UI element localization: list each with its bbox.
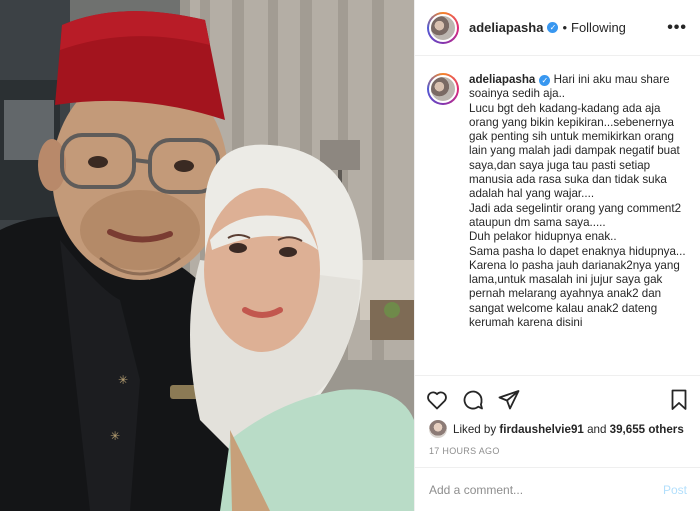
comment-input[interactable] bbox=[429, 482, 663, 497]
author-username[interactable]: adeliapasha bbox=[469, 20, 543, 35]
comment-icon[interactable] bbox=[461, 388, 485, 412]
comment-bar: Post bbox=[415, 467, 700, 511]
caption-avatar[interactable] bbox=[427, 73, 459, 105]
post-header: adeliapasha ✓ • Following ••• bbox=[415, 0, 700, 56]
likes-conjunction: and bbox=[587, 422, 607, 436]
likes-count[interactable]: 39,655 others bbox=[610, 423, 684, 436]
verified-badge-icon: ✓ bbox=[547, 22, 559, 33]
action-icons bbox=[425, 388, 691, 412]
header-separator: • bbox=[562, 20, 567, 35]
post-comment-button[interactable]: Post bbox=[663, 483, 687, 497]
author-avatar[interactable] bbox=[427, 11, 459, 44]
caption-line: Karena lo pasha jauh darianak2nya yang l… bbox=[469, 258, 680, 330]
likes-summary: Liked by firdaushelvie91 and 39,655 othe… bbox=[429, 420, 684, 438]
post-timestamp[interactable]: 17 HOURS AGO bbox=[429, 446, 500, 456]
svg-text:✳: ✳ bbox=[118, 373, 128, 387]
caption-text: adeliapasha ✓ Hari ini aku mau share soai… bbox=[469, 73, 687, 375]
caption-line: Jadi ada segelintir orang yang comment2 … bbox=[469, 201, 682, 229]
more-options-icon[interactable]: ••• bbox=[667, 19, 687, 37]
selfie-illustration: ✳ ✳ bbox=[0, 0, 414, 511]
liker-username[interactable]: firdaushelvie91 bbox=[499, 423, 583, 436]
caption-section: adeliapasha ✓ Hari ini aku mau share soai… bbox=[415, 57, 700, 375]
actions-section: Liked by firdaushelvie91 and 39,655 othe… bbox=[415, 375, 700, 467]
instagram-post: ✳ ✳ adeliapasha ✓ • Following ••• adelia… bbox=[0, 0, 700, 511]
caption-line: adeliapasha ✓ Hari ini aku mau share soai… bbox=[469, 73, 670, 101]
liker-avatar[interactable] bbox=[429, 420, 447, 438]
caption-line: Lucu bgt deh kadang-kadang ada aja orang… bbox=[469, 101, 680, 201]
post-photo[interactable]: ✳ ✳ bbox=[0, 0, 414, 511]
caption-line: Duh pelakor hidupnya enak.. bbox=[469, 230, 617, 244]
verified-badge-icon: ✓ bbox=[539, 75, 551, 86]
heart-icon[interactable] bbox=[425, 388, 449, 412]
svg-text:✳: ✳ bbox=[110, 429, 120, 443]
likes-prefix: Liked by bbox=[453, 422, 497, 436]
caption-line: Sama pasha lo dapet enaknya hidupnya... bbox=[469, 244, 686, 258]
bookmark-icon[interactable] bbox=[667, 388, 691, 412]
following-button[interactable]: Following bbox=[571, 20, 626, 35]
post-side-panel: adeliapasha ✓ • Following ••• adeliapash… bbox=[414, 0, 700, 511]
share-icon[interactable] bbox=[497, 388, 521, 412]
caption-username[interactable]: adeliapasha bbox=[469, 73, 535, 86]
